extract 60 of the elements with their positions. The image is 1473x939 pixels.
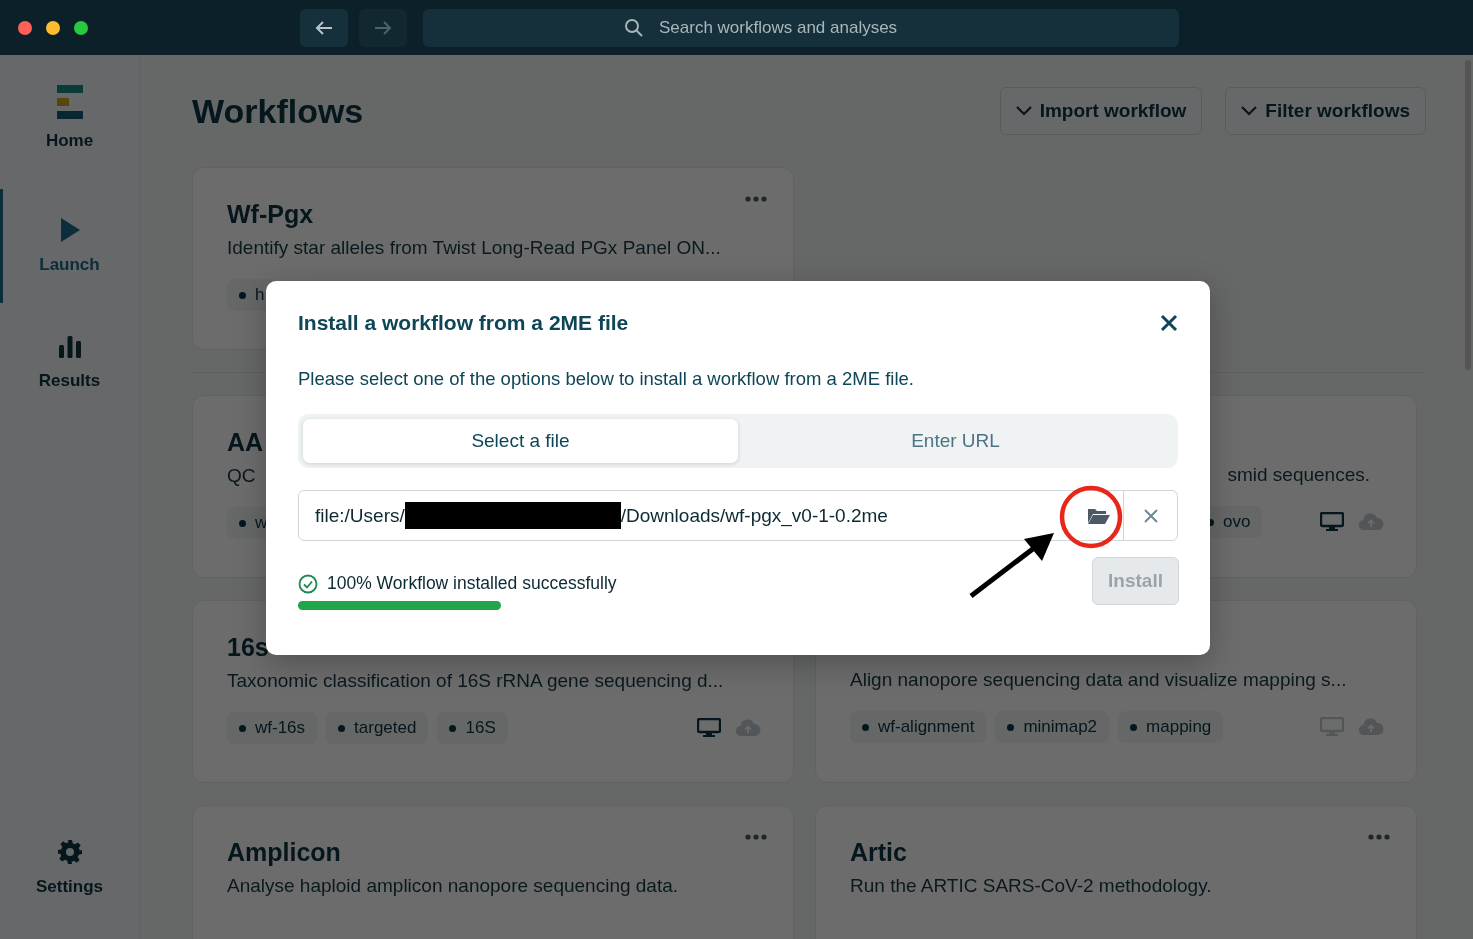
close-window-icon[interactable] [18, 20, 32, 35]
workflow-description: QC [227, 465, 257, 487]
search-icon [624, 17, 644, 38]
cloud-upload-icon [1358, 718, 1384, 736]
more-options-icon[interactable] [745, 196, 767, 202]
workflow-description: Taxonomic classification of 16S rRNA gene sequencing d... [227, 670, 725, 692]
close-icon [1160, 314, 1178, 332]
workflow-description: Align nanopore sequencing data and visualize mapping s... [850, 669, 1348, 691]
file-path-text: file:/Users/ [315, 504, 405, 527]
tab[interactable]: Select a file [303, 419, 738, 463]
cloud-upload-icon [1358, 513, 1384, 531]
sidebar-item[interactable]: Launch [0, 189, 139, 303]
page-title: Workflows [192, 91, 364, 131]
workflow-description: smid sequences. [1226, 464, 1371, 486]
logo-icon [56, 85, 83, 119]
close-icon [1144, 508, 1158, 523]
more-options-icon[interactable] [1368, 834, 1390, 840]
tag: wf-alignment [850, 711, 987, 743]
folder-icon [1087, 506, 1111, 525]
tag: minimap2 [995, 711, 1110, 743]
sidebar-item[interactable]: Results [0, 335, 139, 397]
workflow-title: Amplicon [227, 838, 341, 867]
more-options-icon[interactable] [745, 834, 767, 840]
chevron-down-icon [1015, 106, 1032, 116]
settings-icon [56, 839, 83, 865]
workflow-title: Wf-Pgx [227, 200, 314, 229]
tag: targeted [326, 712, 429, 744]
tag: 16S [437, 712, 508, 744]
play-icon [58, 217, 81, 243]
dialog-message: Please select one of the options below to install a workflow from a 2ME file. [298, 368, 915, 390]
left-arrow-icon [314, 19, 334, 36]
file-path-text: /Downloads/wf-pgx_v0-1-0.2me [620, 504, 888, 527]
workflow-card[interactable]: Amplicon Analyse haploid amplicon nanopore sequencing data. [192, 805, 794, 939]
workflow-description: Analyse haploid amplicon nanopore sequencing data. [227, 875, 680, 897]
back-button[interactable] [300, 8, 348, 47]
dropdown-button[interactable]: Import workflow [999, 87, 1203, 135]
workflow-title: 16s [227, 633, 269, 662]
status-text: 100% Workflow installed successfully [327, 573, 617, 594]
zoom-window-icon[interactable] [74, 20, 88, 35]
workflow-title: AA [227, 428, 264, 457]
sidebar-item[interactable]: Settings [0, 839, 139, 903]
sidebar-item[interactable]: Home [0, 85, 139, 157]
workflow-description: Identify star alleles from Twist Long-Read PGx Panel ON... [227, 237, 722, 259]
dialog-title: Install a workflow from a 2ME file [298, 311, 629, 335]
bar-chart-icon [57, 335, 82, 359]
search-field[interactable]: Search workflows and analyses [423, 8, 1179, 47]
right-arrow-icon [373, 19, 393, 36]
workflow-card[interactable]: Artic Run the ARTIC SARS-CoV-2 methodology. [815, 805, 1417, 939]
chevron-down-icon [1241, 106, 1258, 116]
workflow-title: Artic [850, 838, 907, 867]
close-button[interactable] [1158, 312, 1180, 334]
cloud-upload-icon [735, 719, 761, 737]
file-path-field[interactable]: file:/Users/ /Downloads/wf-pgx_v0-1-0.2me [298, 490, 1178, 541]
check-circle-icon [298, 573, 318, 594]
minimize-window-icon[interactable] [46, 20, 60, 35]
dropdown-button[interactable]: Filter workflows [1225, 87, 1426, 135]
tag: wf-16s [227, 712, 318, 744]
tab[interactable]: Enter URL [738, 419, 1173, 463]
workflow-description: Run the ARTIC SARS-CoV-2 methodology. [850, 875, 1213, 897]
tag: mapping [1118, 711, 1224, 743]
